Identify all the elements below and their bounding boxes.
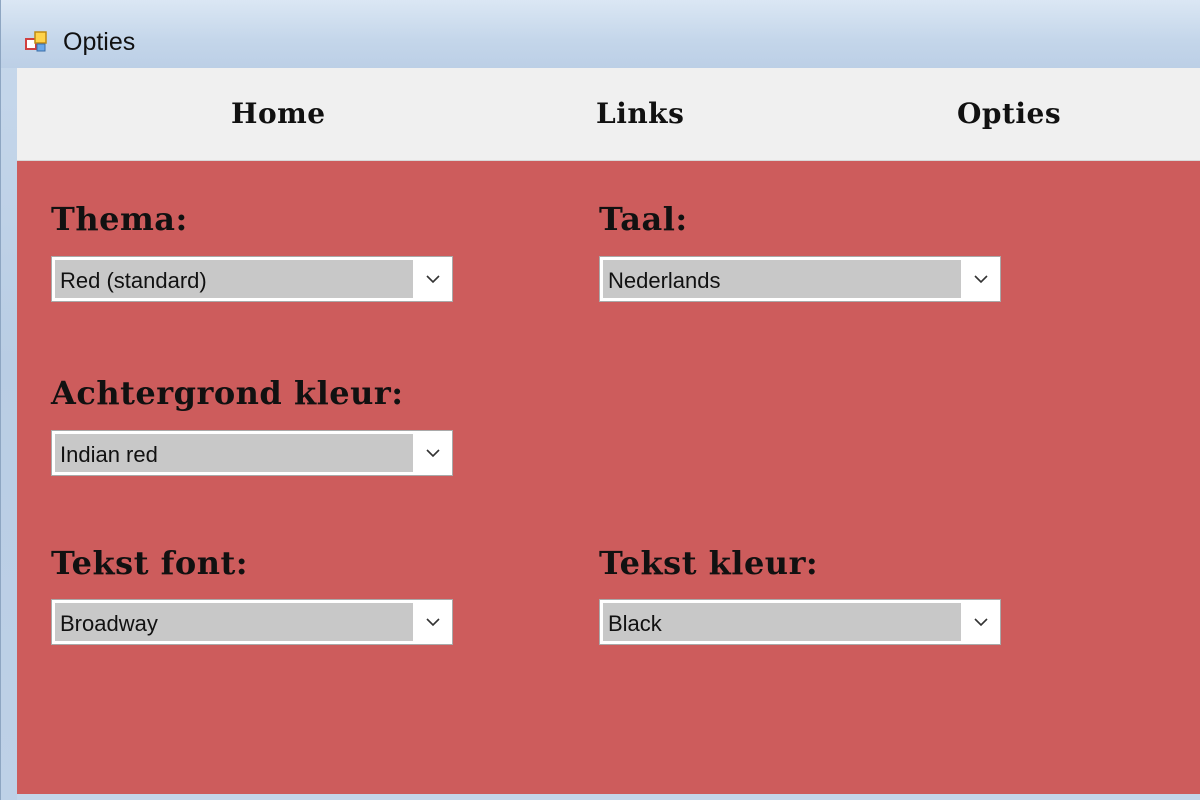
theme-dropdown-value: Red (standard) — [60, 268, 207, 293]
window-bottom-border — [17, 794, 1200, 800]
background-color-dropdown[interactable]: Indian red — [51, 430, 453, 476]
menu-item-links[interactable]: Links — [582, 96, 698, 132]
language-dropdown-field: Nederlands — [603, 260, 961, 298]
language-dropdown-value: Nederlands — [608, 268, 721, 293]
language-label: Taal: — [599, 200, 688, 238]
menu-item-home[interactable]: Home — [217, 96, 340, 132]
language-dropdown[interactable]: Nederlands — [599, 256, 1001, 302]
chevron-down-icon[interactable] — [418, 435, 448, 471]
text-font-dropdown-field: Broadway — [55, 603, 413, 641]
chevron-down-icon[interactable] — [966, 604, 996, 640]
theme-label: Thema: — [51, 200, 188, 238]
text-font-label: Tekst font: — [51, 544, 249, 582]
text-color-label: Tekst kleur: — [599, 544, 819, 582]
options-window: Opties Home Links Opties Thema: Red (sta… — [0, 0, 1200, 800]
text-font-dropdown-value: Broadway — [60, 611, 158, 636]
window-title: Opties — [63, 28, 136, 56]
background-color-label: Achtergrond kleur: — [51, 374, 404, 412]
text-font-dropdown[interactable]: Broadway — [51, 599, 453, 645]
menu-bar: Home Links Opties — [17, 68, 1200, 161]
chevron-down-icon[interactable] — [418, 261, 448, 297]
text-color-dropdown-value: Black — [608, 611, 662, 636]
app-window-icon — [25, 30, 49, 54]
menu-item-opties[interactable]: Opties — [943, 96, 1075, 132]
background-color-dropdown-field: Indian red — [55, 434, 413, 472]
theme-dropdown-field: Red (standard) — [55, 260, 413, 298]
title-bar[interactable]: Opties — [1, 0, 1200, 68]
chevron-down-icon[interactable] — [966, 261, 996, 297]
text-color-dropdown[interactable]: Black — [599, 599, 1001, 645]
chevron-down-icon[interactable] — [418, 604, 448, 640]
options-panel: Home Links Opties Thema: Red (standard) … — [17, 68, 1200, 794]
theme-dropdown[interactable]: Red (standard) — [51, 256, 453, 302]
text-color-dropdown-field: Black — [603, 603, 961, 641]
background-color-dropdown-value: Indian red — [60, 442, 158, 467]
